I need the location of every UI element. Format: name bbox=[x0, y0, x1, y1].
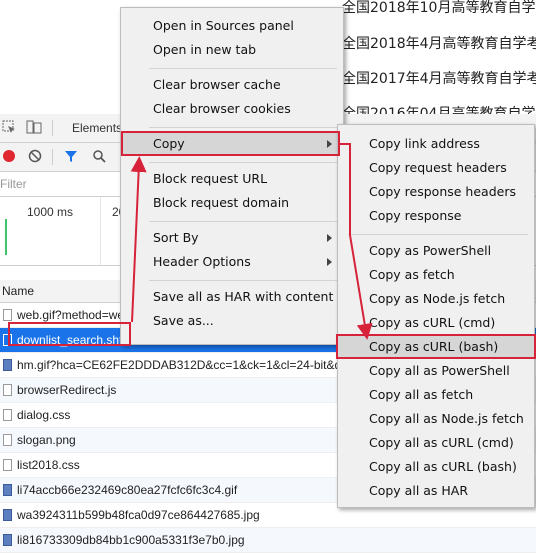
filter-icon[interactable] bbox=[64, 149, 78, 166]
menu-item-sort-by[interactable]: Sort By bbox=[121, 226, 343, 250]
search-icon[interactable] bbox=[92, 149, 106, 166]
menu-item-block-domain[interactable]: Block request domain bbox=[121, 191, 343, 215]
menu-item-copy-all-curl-cmd[interactable]: Copy all as cURL (cmd) bbox=[338, 431, 534, 455]
submenu-arrow-icon bbox=[327, 258, 332, 266]
file-icon bbox=[3, 309, 12, 321]
copy-submenu: Copy link address Copy request headers C… bbox=[337, 124, 535, 508]
menu-item-copy-curl-cmd[interactable]: Copy as cURL (cmd) bbox=[338, 311, 534, 335]
submenu-arrow-icon bbox=[327, 234, 332, 242]
menu-separator bbox=[149, 280, 337, 281]
menu-item-copy-nodejs-fetch[interactable]: Copy as Node.js fetch bbox=[338, 287, 534, 311]
menu-item-copy-powershell[interactable]: Copy as PowerShell bbox=[338, 239, 534, 263]
menu-separator bbox=[348, 234, 528, 235]
toolbar-divider bbox=[52, 120, 53, 136]
file-icon bbox=[3, 459, 12, 471]
menu-item-copy-fetch[interactable]: Copy as fetch bbox=[338, 263, 534, 287]
page-link[interactable]: 全国2018年10月高等教育自学考 bbox=[342, 0, 536, 17]
inspect-icon[interactable] bbox=[2, 120, 16, 137]
file-icon bbox=[3, 409, 12, 421]
menu-item-header-options[interactable]: Header Options bbox=[121, 250, 343, 274]
menu-item-open-in-sources[interactable]: Open in Sources panel bbox=[121, 14, 343, 38]
record-icon[interactable] bbox=[2, 149, 16, 166]
page-link[interactable]: 全国2018年4月高等教育自学考 bbox=[342, 33, 536, 53]
tab-elements[interactable]: Elements bbox=[72, 121, 122, 135]
annotation-box-curl-bash bbox=[336, 334, 536, 359]
menu-separator bbox=[149, 162, 337, 163]
menu-item-block-url[interactable]: Block request URL bbox=[121, 167, 343, 191]
menu-item-clear-cache[interactable]: Clear browser cache bbox=[121, 73, 343, 97]
menu-item-save-as[interactable]: Save as... bbox=[121, 309, 343, 333]
image-icon bbox=[3, 484, 12, 496]
image-icon bbox=[3, 359, 12, 371]
menu-separator bbox=[149, 68, 337, 69]
toolbar-divider bbox=[52, 149, 53, 165]
timeline-bar bbox=[5, 219, 7, 255]
menu-item-copy-all-powershell[interactable]: Copy all as PowerShell bbox=[338, 359, 534, 383]
menu-separator bbox=[149, 127, 337, 128]
menu-item-copy-link[interactable]: Copy link address bbox=[338, 132, 534, 156]
menu-item-copy-all-curl-bash[interactable]: Copy all as cURL (bash) bbox=[338, 455, 534, 479]
timeline-grid-line bbox=[100, 197, 101, 265]
annotation-box-copy bbox=[121, 131, 340, 156]
menu-item-save-har[interactable]: Save all as HAR with content bbox=[121, 285, 343, 309]
clear-icon[interactable] bbox=[28, 149, 42, 166]
context-menu: Open in Sources panel Open in new tab Cl… bbox=[120, 7, 344, 345]
menu-item-copy-all-har[interactable]: Copy all as HAR bbox=[338, 479, 534, 503]
menu-item-open-in-new-tab[interactable]: Open in new tab bbox=[121, 38, 343, 62]
menu-item-copy-response-headers[interactable]: Copy response headers bbox=[338, 180, 534, 204]
table-row[interactable]: li816733309db84bb1c900a5331f3e7b0.jpg bbox=[0, 528, 536, 553]
menu-item-copy-response[interactable]: Copy response bbox=[338, 204, 534, 228]
device-toolbar-icon[interactable] bbox=[26, 120, 42, 137]
timeline-tick-label: 1000 ms bbox=[27, 205, 74, 219]
menu-separator bbox=[149, 221, 337, 222]
menu-item-copy-all-nodejs-fetch[interactable]: Copy all as Node.js fetch bbox=[338, 407, 534, 431]
menu-item-copy-all-fetch[interactable]: Copy all as fetch bbox=[338, 383, 534, 407]
image-icon bbox=[3, 534, 12, 546]
file-icon bbox=[3, 434, 12, 446]
page-link[interactable]: 全国2017年4月高等教育自学考 bbox=[342, 68, 536, 88]
menu-item-copy-request-headers[interactable]: Copy request headers bbox=[338, 156, 534, 180]
file-icon bbox=[3, 384, 12, 396]
annotation-box-request bbox=[8, 322, 131, 346]
image-icon bbox=[3, 509, 12, 521]
menu-item-clear-cookies[interactable]: Clear browser cookies bbox=[121, 97, 343, 121]
